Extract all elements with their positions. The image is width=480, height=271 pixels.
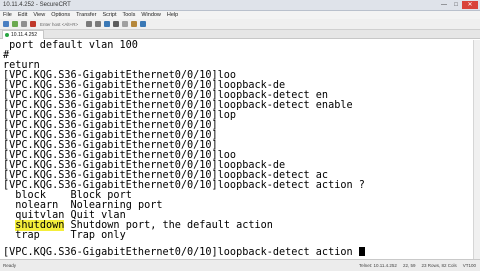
- find-icon[interactable]: [104, 21, 111, 27]
- prompt-line[interactable]: [VPC.KQG.S36-GigabitEthernet0/0/10]loopb…: [3, 247, 365, 258]
- connect-icon[interactable]: [3, 21, 9, 27]
- close-button[interactable]: ✕: [462, 1, 478, 9]
- menu-options[interactable]: Options: [48, 11, 73, 19]
- toolbar: Enter host <Alt+R>: [0, 19, 480, 30]
- paste-icon[interactable]: [95, 21, 102, 27]
- menu-view[interactable]: View: [30, 11, 48, 19]
- quick-connect-icon[interactable]: [12, 21, 18, 27]
- menu-edit[interactable]: Edit: [15, 11, 30, 19]
- status-bar: Ready Telnet: 10.11.4.252 22, 59 23 Rows…: [0, 259, 480, 271]
- copy-icon[interactable]: [86, 21, 93, 27]
- status-ready: Ready: [3, 263, 17, 268]
- host-input[interactable]: Enter host <Alt+R>: [40, 22, 78, 27]
- status-info: Telnet: 10.11.4.252 22, 59 23 Rows, 82 C…: [359, 260, 476, 271]
- window-title: 10.11.4.252 - SecureCRT: [3, 2, 71, 8]
- status-size: 23 Rows, 82 Cols: [421, 263, 457, 268]
- help-option-description: Trap only: [70, 230, 126, 241]
- text-cursor: [358, 247, 365, 256]
- window-controls: — □ ✕: [438, 1, 478, 9]
- menu-window[interactable]: Window: [138, 11, 164, 19]
- disconnect-icon[interactable]: [30, 21, 36, 27]
- prompt-text: [VPC.KQG.S36-GigabitEthernet0/0/10]loopb…: [3, 247, 359, 258]
- keymap-icon[interactable]: [131, 21, 138, 27]
- vertical-scrollbar[interactable]: [473, 40, 480, 259]
- terminal-line: port default vlan 100: [3, 40, 138, 51]
- print-icon[interactable]: [113, 21, 120, 27]
- status-cursor-position: 22, 59: [402, 263, 416, 268]
- reconnect-icon[interactable]: [21, 21, 27, 27]
- minimize-button[interactable]: —: [438, 1, 450, 9]
- menu-file[interactable]: File: [0, 11, 15, 19]
- maximize-button[interactable]: □: [450, 1, 462, 9]
- settings-icon[interactable]: [122, 21, 129, 27]
- session-tab-bar: 10.11.4.252: [0, 30, 480, 39]
- menu-tools[interactable]: Tools: [120, 11, 139, 19]
- menu-help[interactable]: Help: [164, 11, 181, 19]
- status-emulation: VT100: [462, 263, 476, 268]
- title-bar: 10.11.4.252 - SecureCRT — □ ✕: [0, 0, 480, 11]
- menu-script[interactable]: Script: [99, 11, 119, 19]
- session-tab-label: 10.11.4.252: [11, 32, 38, 38]
- status-session: Telnet: 10.11.4.252: [358, 263, 397, 268]
- help-icon[interactable]: [140, 21, 147, 27]
- terminal-output[interactable]: port default vlan 100 # return [VPC.KQG.…: [0, 40, 480, 259]
- menu-transfer[interactable]: Transfer: [73, 11, 99, 19]
- connected-status-icon: [5, 33, 9, 37]
- help-option-command: trap: [15, 230, 40, 241]
- menu-bar: File Edit View Options Transfer Script T…: [0, 11, 480, 19]
- help-option-row: trap Trap only: [3, 230, 126, 241]
- session-tab[interactable]: 10.11.4.252: [2, 30, 45, 39]
